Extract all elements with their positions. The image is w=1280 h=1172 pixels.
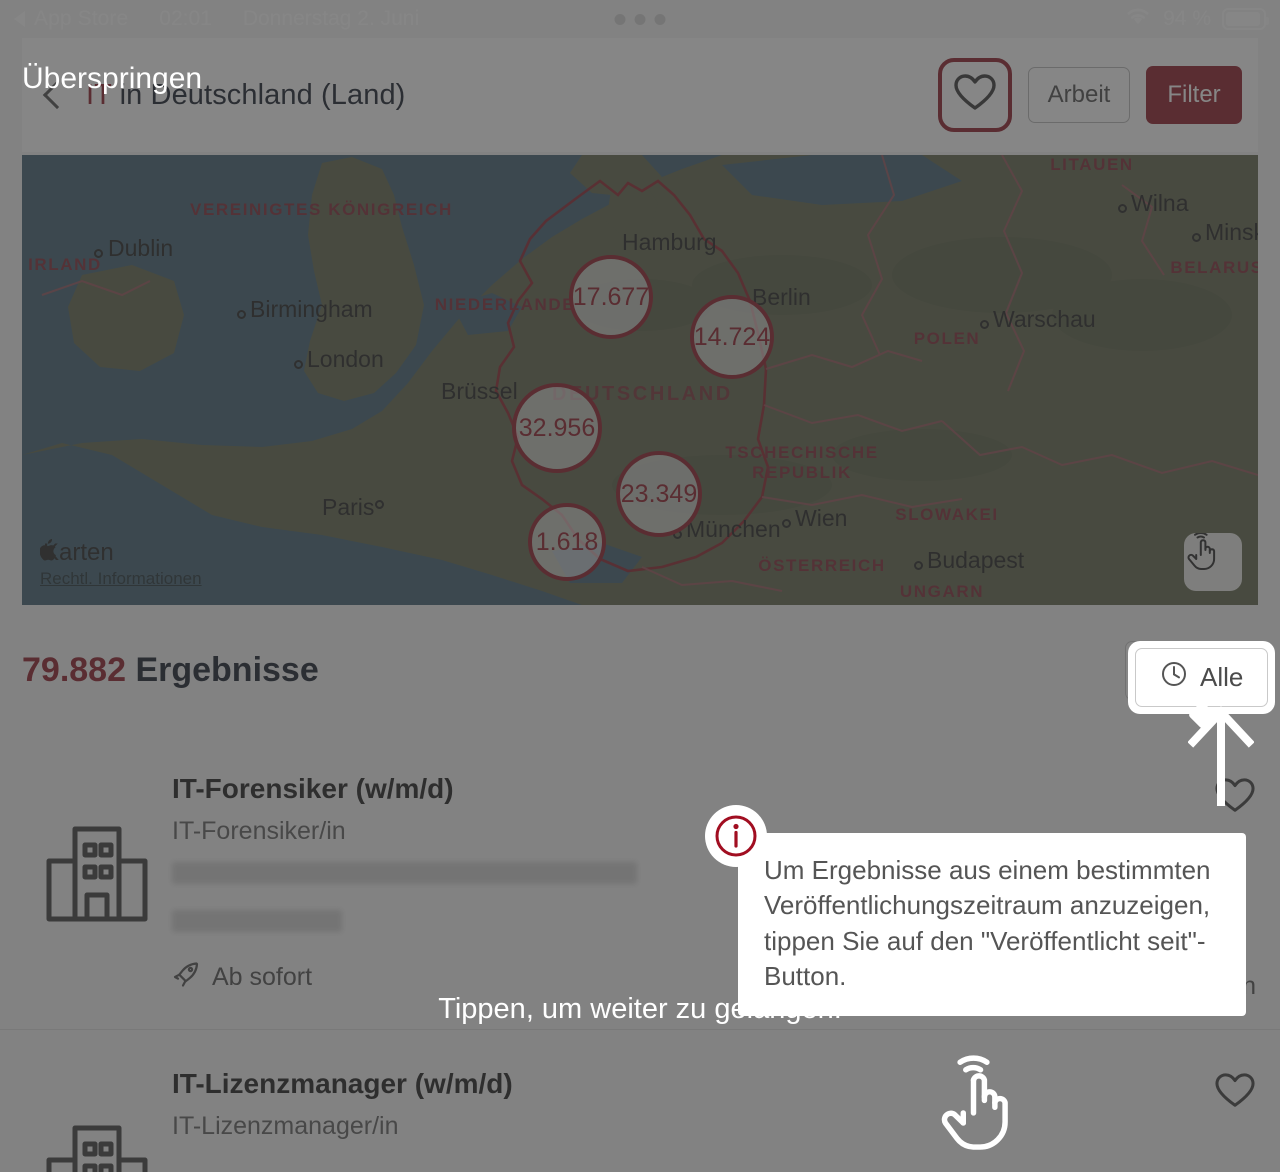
app-root: App Store 02:01 Donnerstag 2. Juni 94 % … xyxy=(0,0,1280,1172)
coachmark-tooltip: Um Ergebnisse aus einem bestimmten Veröf… xyxy=(738,833,1246,1017)
period-filter-button-highlighted[interactable]: Alle xyxy=(1135,648,1269,707)
period-filter-highlight-label: Alle xyxy=(1200,662,1244,692)
clock-icon xyxy=(1160,660,1188,695)
coachmark-tap-hint: Tippen, um weiter zu gelangen. xyxy=(438,993,842,1025)
arrow-up-icon xyxy=(1187,706,1255,811)
info-icon xyxy=(705,805,767,867)
skip-button[interactable]: Überspringen xyxy=(22,62,202,96)
tap-hand-icon xyxy=(934,1055,1018,1160)
period-filter-highlight: Alle xyxy=(1128,641,1276,714)
